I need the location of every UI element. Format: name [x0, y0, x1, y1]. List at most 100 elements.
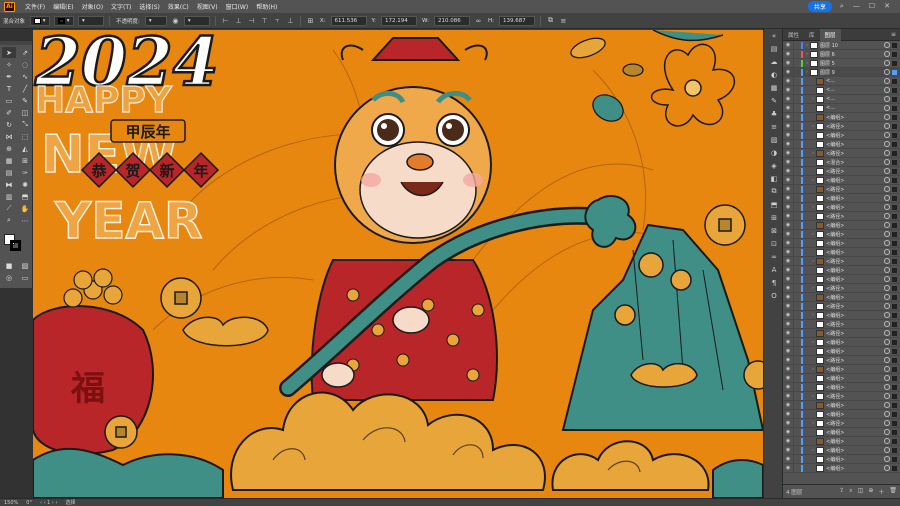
target-circle-icon[interactable] — [884, 276, 890, 282]
selection-indicator[interactable] — [892, 159, 897, 165]
selection-indicator[interactable] — [892, 330, 897, 336]
links-panel-icon[interactable]: ∞ — [764, 250, 784, 263]
artboard-tool-icon[interactable]: ⬒ — [18, 191, 32, 202]
target-circle-icon[interactable] — [884, 213, 890, 219]
visibility-eye-icon[interactable]: ◉ — [783, 177, 793, 183]
layers-panel-icon[interactable]: ⧉ — [764, 185, 784, 198]
lock-toggle[interactable] — [793, 76, 801, 86]
lock-toggle[interactable] — [793, 418, 801, 428]
hand-tool-icon[interactable]: ✋ — [18, 203, 32, 214]
paragraph-panel-icon[interactable]: ¶ — [764, 276, 784, 289]
target-circle-icon[interactable] — [884, 42, 890, 48]
gradient-mode-icon[interactable]: ▨ — [18, 260, 32, 271]
pathfinder-panel-icon[interactable]: ⊠ — [764, 224, 784, 237]
selection-indicator[interactable] — [892, 150, 897, 156]
visibility-eye-icon[interactable]: ◉ — [783, 267, 793, 273]
target-circle-icon[interactable] — [884, 258, 890, 264]
target-circle-icon[interactable] — [884, 402, 890, 408]
target-circle-icon[interactable] — [884, 384, 890, 390]
draw-mode-icon[interactable]: ◎ — [2, 272, 16, 283]
target-circle-icon[interactable] — [884, 195, 890, 201]
menu-item-5[interactable]: 效果(C) — [164, 2, 193, 11]
more-tools-icon[interactable]: ⋯ — [18, 215, 32, 226]
selection-indicator[interactable] — [892, 78, 897, 84]
eyedropper-tool-icon[interactable]: ✑ — [18, 167, 32, 178]
selection-indicator[interactable] — [892, 267, 897, 273]
lock-toggle[interactable] — [793, 202, 801, 212]
target-circle-icon[interactable] — [884, 60, 890, 66]
style-dropdown[interactable]: ▾ — [183, 15, 210, 26]
stroke-weight-field[interactable]: ▾ — [78, 15, 105, 26]
scale-tool-icon[interactable]: ⤡ — [18, 119, 32, 130]
perspective-tool-icon[interactable]: ▦ — [2, 155, 16, 166]
target-circle-icon[interactable] — [884, 339, 890, 345]
visibility-eye-icon[interactable]: ◉ — [783, 303, 793, 309]
transform-panel-icon[interactable]: ⊡ — [764, 237, 784, 250]
transform-grid-icon[interactable]: ⊞ — [306, 16, 315, 25]
selection-indicator[interactable] — [892, 177, 897, 183]
target-circle-icon[interactable] — [884, 330, 890, 336]
target-circle-icon[interactable] — [884, 123, 890, 129]
lock-toggle[interactable] — [793, 364, 801, 374]
selection-indicator[interactable] — [892, 375, 897, 381]
visibility-eye-icon[interactable]: ◉ — [783, 222, 793, 228]
visibility-eye-icon[interactable]: ◉ — [783, 321, 793, 327]
visibility-eye-icon[interactable]: ◉ — [783, 132, 793, 138]
minimize-icon[interactable]: — — [853, 2, 860, 11]
visibility-eye-icon[interactable]: ◉ — [783, 258, 793, 264]
zoom-level[interactable]: 150% — [0, 500, 22, 506]
live-paint-tool-icon[interactable]: ◭ — [18, 143, 32, 154]
visibility-eye-icon[interactable]: ◉ — [783, 420, 793, 426]
lock-toggle[interactable] — [793, 301, 801, 311]
lock-toggle[interactable] — [793, 247, 801, 257]
visibility-eye-icon[interactable]: ◉ — [783, 393, 793, 399]
color-mode-icon[interactable]: ■ — [2, 260, 16, 271]
target-circle-icon[interactable] — [884, 186, 890, 192]
target-circle-icon[interactable] — [884, 411, 890, 417]
direct-selection-tool-icon[interactable]: ⇗ — [18, 47, 32, 58]
visibility-eye-icon[interactable]: ◉ — [783, 204, 793, 210]
share-button[interactable]: 共享 — [807, 1, 832, 12]
visibility-eye-icon[interactable]: ◉ — [783, 447, 793, 453]
align-bottom-icon[interactable]: ⊥ — [286, 16, 295, 25]
transparency-panel-icon[interactable]: ◑ — [764, 146, 784, 159]
slice-tool-icon[interactable]: ⟋ — [2, 203, 16, 214]
opacity-field[interactable]: ▾ — [144, 15, 167, 26]
selection-indicator[interactable] — [892, 447, 897, 453]
selection-indicator[interactable] — [892, 357, 897, 363]
lock-toggle[interactable] — [793, 238, 801, 248]
visibility-eye-icon[interactable]: ◉ — [783, 231, 793, 237]
swatches-panel-icon[interactable]: ▦ — [764, 81, 784, 94]
selection-indicator[interactable] — [892, 420, 897, 426]
lock-toggle[interactable] — [793, 121, 801, 131]
selection-indicator[interactable] — [892, 348, 897, 354]
curvature-tool-icon[interactable]: ∿ — [18, 71, 32, 82]
tab-properties[interactable]: 属性 — [783, 29, 804, 41]
selection-tool-icon[interactable]: ➤ — [2, 47, 16, 58]
lock-toggle[interactable] — [793, 265, 801, 275]
panel-menu-icon[interactable]: ≡ — [891, 31, 896, 38]
visibility-eye-icon[interactable]: ◉ — [783, 141, 793, 147]
target-circle-icon[interactable] — [884, 465, 890, 471]
selection-indicator[interactable] — [892, 132, 897, 138]
visibility-eye-icon[interactable]: ◉ — [783, 465, 793, 471]
color-panel-icon[interactable]: ◐ — [764, 68, 784, 81]
target-circle-icon[interactable] — [884, 249, 890, 255]
lock-toggle[interactable] — [793, 409, 801, 419]
menu-item-2[interactable]: 对象(O) — [78, 2, 107, 11]
selection-indicator[interactable] — [892, 411, 897, 417]
lasso-tool-icon[interactable]: ◌ — [18, 59, 32, 70]
align-panel-icon[interactable]: ⊞ — [764, 211, 784, 224]
lock-toggle[interactable] — [793, 292, 801, 302]
visibility-eye-icon[interactable]: ◉ — [783, 78, 793, 84]
type-tool-icon[interactable]: T — [2, 83, 16, 94]
align-center-icon[interactable]: ⊥ — [234, 16, 243, 25]
visibility-eye-icon[interactable]: ◉ — [783, 339, 793, 345]
magic-wand-tool-icon[interactable]: ✧ — [2, 59, 16, 70]
lock-toggle[interactable] — [793, 454, 801, 464]
selection-indicator[interactable] — [892, 213, 897, 219]
selection-indicator[interactable] — [892, 168, 897, 174]
search-icon[interactable]: ⌕ — [840, 2, 844, 11]
lock-toggle[interactable] — [793, 211, 801, 221]
artboards-panel-icon[interactable]: ⬒ — [764, 198, 784, 211]
